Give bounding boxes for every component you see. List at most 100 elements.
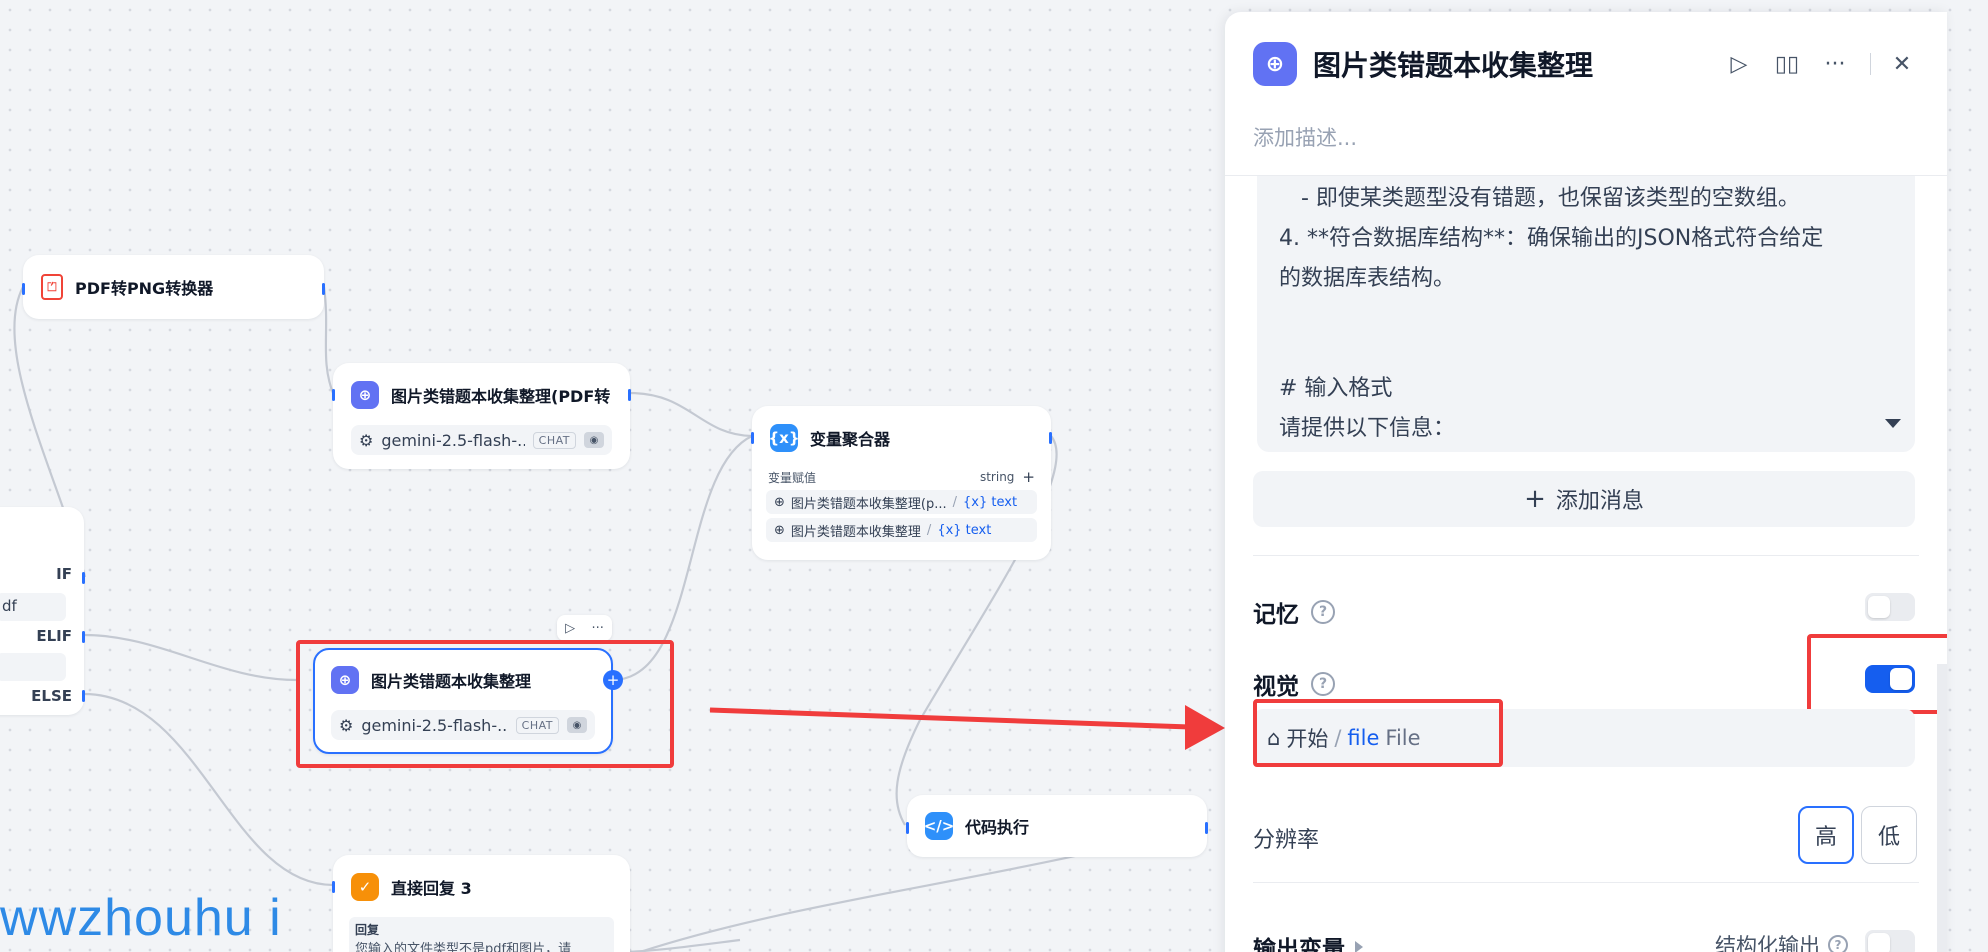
edge-elif-to-imgmain — [83, 633, 298, 682]
chevron-right-icon — [1355, 941, 1363, 952]
row-separator: / — [952, 494, 958, 510]
reply-text: 您输入的文件类型不是pdf和图片，请 — [355, 942, 572, 952]
if-port[interactable] — [82, 572, 85, 584]
more-dots-icon[interactable]: ··· — [591, 621, 603, 636]
prompt-editor[interactable]: - 即使某类题型没有错题，也保留该类型的空数组。 4. **符合数据库结构**：… — [1257, 176, 1915, 452]
output-port[interactable] — [628, 389, 631, 401]
node-mini-toolbar: ▷ ··· — [557, 615, 612, 641]
prompt-line: 的数据库表结构。 — [1279, 266, 1456, 291]
add-variable-button[interactable]: + — [1022, 468, 1035, 486]
resolution-low-button[interactable]: 低 — [1861, 806, 1917, 864]
memory-label-text: 记忆 — [1253, 602, 1299, 628]
llm-brain-icon: ⊕ — [774, 494, 785, 510]
help-circle-icon[interactable]: ? — [1311, 600, 1335, 624]
prompt-line: # 输入格式 — [1279, 376, 1393, 401]
book-icon[interactable]: ▯▯ — [1770, 47, 1804, 81]
annotation-arrow-shaft — [709, 707, 1191, 730]
reply-preview: 回复 您输入的文件类型不是pdf和图片，请 — [349, 917, 614, 952]
memory-label: 记忆 ? — [1253, 595, 1335, 629]
aggregator-row[interactable]: ⊕ 图片类错题本收集整理(p... / {x} text — [766, 490, 1037, 514]
add-message-button[interactable]: + 添加消息 — [1253, 471, 1915, 527]
reply-icon: ✓ — [351, 873, 379, 901]
edge-imgpdf-to-agg — [629, 391, 753, 438]
pdf-file-icon: ⏍ — [41, 274, 63, 300]
node-title: 直接回复 3 — [391, 879, 472, 898]
aggregator-header-type: string — [979, 470, 1015, 484]
output-port[interactable] — [322, 283, 325, 295]
model-selector[interactable]: ⚙ gemini-2.5-flash-... CHAT ◉ — [351, 425, 612, 455]
structured-output-text: 结构化输出 — [1715, 934, 1820, 952]
else-label: ELSE — [31, 687, 72, 705]
vision-label: 视觉 ? — [1253, 667, 1335, 701]
section-divider — [1253, 882, 1919, 883]
vision-label-text: 视觉 — [1253, 674, 1299, 700]
model-name: gemini-2.5-flash-... — [381, 430, 525, 450]
resolution-high-button[interactable]: 高 — [1798, 806, 1854, 864]
if-label: IF — [56, 565, 72, 583]
else-port[interactable] — [82, 690, 85, 702]
elif-label: ELIF — [36, 627, 72, 645]
output-port[interactable] — [1049, 432, 1052, 444]
row-source: 图片类错题本收集整理 — [790, 524, 921, 540]
panel-title[interactable]: 图片类错题本收集整理 — [1313, 44, 1708, 84]
llm-brain-icon: ⊕ — [1253, 42, 1297, 86]
row-variable: {x} text — [963, 494, 1018, 510]
elif-port[interactable] — [82, 631, 85, 643]
watermark-text: wwzhouhu i — [0, 889, 282, 947]
output-label-text: 输出变量 — [1253, 937, 1345, 952]
input-port[interactable] — [751, 432, 754, 444]
add-message-label: 添加消息 — [1555, 489, 1644, 514]
llm-brain-icon: ⊕ — [351, 381, 379, 409]
panel-header: ⊕ 图片类错题本收集整理 ▷ ▯▯ ··· ✕ — [1253, 42, 1919, 86]
node-if-else[interactable]: IF df ELIF ELSE — [0, 507, 85, 715]
node-image-pdf-llm[interactable]: ⊕ 图片类错题本收集整理(PDF转 ⚙ gemini-2.5-flash-...… — [332, 363, 631, 469]
prompt-line: 4. **符合数据库结构**：确保输出的JSON格式符合给定 — [1279, 226, 1824, 251]
help-circle-icon[interactable]: ? — [1311, 672, 1335, 696]
play-icon[interactable]: ▷ — [1722, 47, 1756, 81]
panel-scrollbar[interactable] — [1937, 664, 1947, 952]
node-title: 变量聚合器 — [810, 430, 891, 449]
edge-pdf-to-imgpdf — [322, 286, 335, 394]
resolution-label: 分辨率 — [1253, 828, 1320, 853]
highlight-vision-variable — [1253, 699, 1503, 767]
description-input[interactable]: 添加描述... — [1253, 122, 1357, 152]
llm-brain-icon: ⊕ — [774, 522, 785, 538]
node-code-execution[interactable]: </> 代码执行 — [906, 795, 1208, 857]
highlight-selected-node — [296, 640, 674, 768]
chat-badge: CHAT — [532, 431, 576, 449]
node-direct-reply[interactable]: ✓ 直接回复 3 回复 您输入的文件类型不是pdf和图片，请 — [332, 855, 630, 952]
node-title: 代码执行 — [965, 818, 1030, 837]
node-title: PDF转PNG转换器 — [75, 279, 214, 298]
play-icon[interactable]: ▷ — [565, 621, 575, 636]
node-variable-aggregator[interactable]: {x} 变量聚合器 变量赋值 string + ⊕ 图片类错题本收集整理(p..… — [751, 406, 1052, 560]
help-circle-icon[interactable]: ? — [1828, 935, 1848, 952]
output-variables-toggle[interactable]: 输出变量 — [1253, 930, 1363, 952]
close-icon[interactable]: ✕ — [1885, 47, 1919, 81]
edge-reply-out — [619, 938, 741, 952]
memory-toggle[interactable] — [1865, 593, 1915, 621]
input-port[interactable] — [332, 881, 335, 893]
chevron-down-icon[interactable] — [1885, 419, 1901, 428]
input-port[interactable] — [332, 389, 335, 401]
annotation-arrow-head — [1185, 705, 1225, 750]
variable-icon: {x} — [768, 424, 800, 452]
structured-output-toggle[interactable] — [1865, 930, 1915, 952]
node-title: 图片类错题本收集整理(PDF转 — [391, 387, 611, 406]
condition-text: df — [2, 597, 17, 615]
output-port[interactable] — [1205, 822, 1208, 834]
aggregator-row[interactable]: ⊕ 图片类错题本收集整理 / {x} text — [766, 518, 1037, 542]
aggregator-header-label: 变量赋值 — [768, 470, 817, 485]
input-port[interactable] — [22, 283, 25, 295]
node-pdf-to-png[interactable]: ⏍ PDF转PNG转换器 — [22, 255, 325, 319]
input-port[interactable] — [906, 822, 909, 834]
plus-icon: + — [1524, 484, 1546, 514]
section-divider — [1253, 555, 1919, 556]
condition-value: df — [0, 593, 66, 621]
highlight-vision-toggle — [1807, 634, 1947, 714]
more-dots-icon[interactable]: ··· — [1818, 47, 1852, 81]
toggle-knob — [1868, 933, 1890, 952]
reply-label: 回复 — [355, 923, 380, 937]
model-icon: ⚙ — [359, 430, 374, 450]
prompt-line: - 即使某类题型没有错题，也保留该类型的空数组。 — [1301, 186, 1800, 211]
structured-output-label: 结构化输出 ? — [1715, 930, 1848, 952]
